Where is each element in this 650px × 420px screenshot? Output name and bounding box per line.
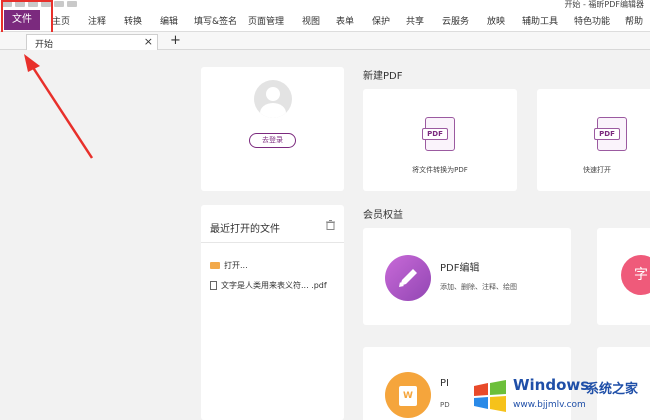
- menu-item-help[interactable]: 帮助: [625, 14, 643, 27]
- close-icon[interactable]: ×: [144, 35, 153, 48]
- pdf-to-word-title: PI: [440, 378, 449, 389]
- pencil-icon: [385, 255, 431, 301]
- pdf-file-icon: [210, 281, 217, 290]
- login-card: 去登录: [201, 67, 344, 191]
- menu-item-protect[interactable]: 保护: [372, 14, 390, 27]
- redo-icon[interactable]: [54, 1, 64, 7]
- print-icon[interactable]: [67, 1, 77, 7]
- pdf-convert-icon: PDF: [422, 117, 455, 151]
- open-file-label: 打开...: [224, 261, 248, 270]
- menu-item-cloud[interactable]: 云服务: [442, 14, 469, 27]
- divider: [201, 242, 344, 243]
- annotation-highlight-box: [1, 0, 53, 34]
- tab-start[interactable]: 开始 ×: [26, 34, 158, 50]
- ocr-card[interactable]: 字: [597, 228, 650, 325]
- document-tab-bar: 开始 × +: [0, 32, 650, 50]
- add-tab-icon[interactable]: +: [170, 33, 181, 48]
- tab-start-label: 开始: [35, 40, 54, 50]
- pdf-search-icon: PDF: [594, 117, 627, 151]
- windows-logo-icon: [474, 380, 506, 412]
- menu-item-home[interactable]: 主页: [52, 14, 70, 27]
- open-file-link[interactable]: 打开...: [210, 260, 248, 271]
- menu-item-organize[interactable]: 页面管理: [248, 14, 284, 27]
- menu-item-comment[interactable]: 注释: [88, 14, 106, 27]
- watermark: Windows 系统之家 www.bjjmlv.com: [466, 372, 650, 420]
- avatar: [254, 80, 292, 118]
- login-button[interactable]: 去登录: [249, 133, 296, 148]
- recent-file-item[interactable]: 文字是人类用来表义符... .pdf: [210, 280, 327, 291]
- menu-item-convert[interactable]: 转换: [124, 14, 142, 27]
- watermark-brand-cn: 系统之家: [586, 382, 639, 397]
- convert-to-pdf-label: 将文件转换为PDF: [412, 166, 468, 174]
- convert-to-pdf-card[interactable]: PDF 将文件转换为PDF: [363, 89, 517, 191]
- menu-item-share[interactable]: 共享: [406, 14, 424, 27]
- pdf-convert-icon-text: PDF: [422, 128, 448, 140]
- new-pdf-section-title: 新建PDF: [363, 71, 403, 82]
- pdf-edit-subtitle: 添加、删除、注释、绘图: [440, 283, 517, 291]
- word-icon: W: [385, 372, 431, 418]
- menu-item-edit[interactable]: 编辑: [160, 14, 178, 27]
- folder-icon: [210, 262, 220, 269]
- pdf-edit-title: PDF编辑: [440, 263, 480, 274]
- word-icon-glyph: W: [399, 386, 417, 406]
- watermark-brand: Windows: [513, 376, 590, 394]
- character-icon: 字: [621, 255, 650, 295]
- quick-open-label: 快速打开: [583, 166, 611, 174]
- quick-access-toolbar: 开始 - 福昕PDF编辑器: [0, 0, 650, 9]
- member-section-title: 会员权益: [363, 210, 403, 221]
- quick-open-card[interactable]: PDF 快速打开: [537, 89, 650, 191]
- menu-item-view[interactable]: 视图: [302, 14, 320, 27]
- recent-file-name: 文字是人类用来表义符... .pdf: [221, 281, 327, 290]
- pdf-search-icon-text: PDF: [594, 128, 620, 140]
- recent-files-title: 最近打开的文件: [210, 224, 280, 235]
- menu-item-form[interactable]: 表单: [336, 14, 354, 27]
- menu-item-features[interactable]: 特色功能: [574, 14, 610, 27]
- pdf-edit-card[interactable]: PDF编辑 添加、删除、注释、绘图: [363, 228, 571, 325]
- menu-item-assist[interactable]: 辅助工具: [522, 14, 558, 27]
- menu-bar: 文件 主页 注释 转换 编辑 填写&签名 页面管理 视图 表单 保护 共享 云服…: [0, 8, 650, 32]
- watermark-url: www.bjjmlv.com: [513, 400, 586, 410]
- trash-icon[interactable]: [326, 220, 335, 230]
- menu-item-fill-sign[interactable]: 填写&签名: [194, 14, 237, 27]
- pdf-to-word-subtitle: PD: [440, 401, 450, 409]
- recent-files-card: 最近打开的文件 打开... 文字是人类用来表义符... .pdf: [201, 205, 344, 420]
- menu-item-present[interactable]: 放映: [487, 14, 505, 27]
